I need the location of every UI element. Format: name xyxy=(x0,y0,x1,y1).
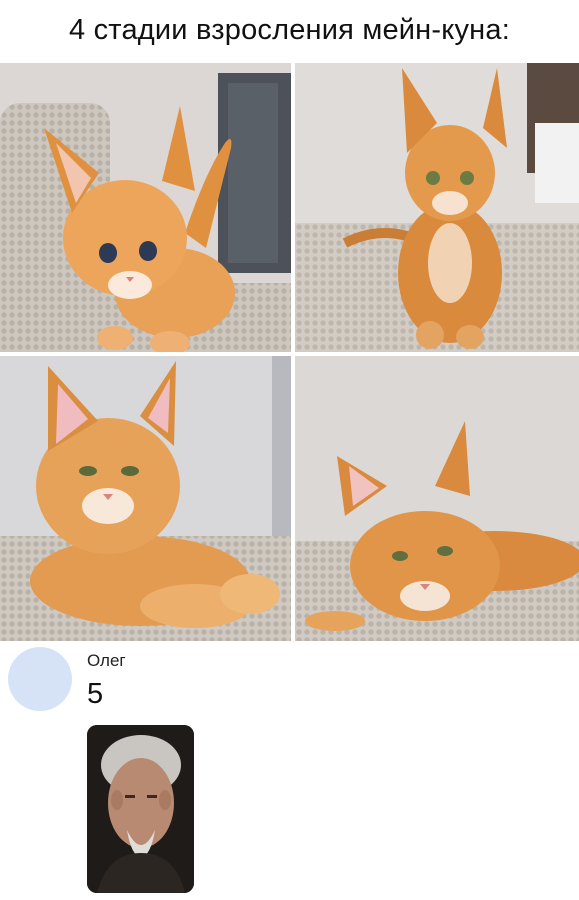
post-title: 4 стадии взросления мейн-куна: xyxy=(69,14,510,46)
young-cat-photo-icon xyxy=(295,63,579,352)
kitten-photo[interactable] xyxy=(0,63,291,352)
comment-attachment-photo[interactable] xyxy=(87,725,194,893)
kitten-photo-icon xyxy=(0,63,291,352)
avatar[interactable] xyxy=(8,647,72,711)
adult-cat-photo[interactable] xyxy=(0,356,291,641)
young-cat-photo[interactable] xyxy=(295,63,579,352)
adult-cat-lying-photo-icon xyxy=(0,356,291,641)
photo-collage xyxy=(0,63,579,641)
comment-text: 5 xyxy=(87,678,104,710)
cat-lying-on-side-photo-icon xyxy=(295,356,579,641)
man-portrait-photo-icon xyxy=(87,725,194,893)
grown-cat-photo[interactable] xyxy=(295,356,579,641)
comment: Олег 5 xyxy=(0,645,579,900)
comment-author[interactable]: Олег xyxy=(87,651,126,671)
